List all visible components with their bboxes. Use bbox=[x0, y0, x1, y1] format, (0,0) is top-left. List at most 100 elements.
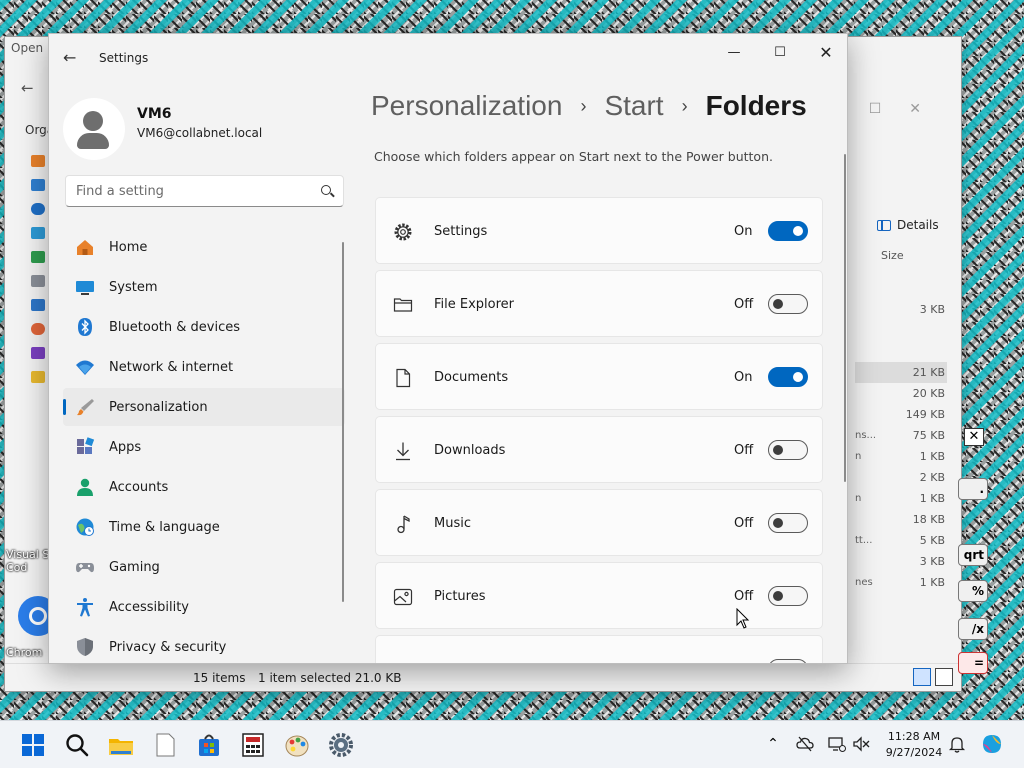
calculator-icon[interactable] bbox=[239, 731, 267, 759]
sidebar-item-apps[interactable]: Apps bbox=[63, 428, 345, 466]
sidebar-item-accessibility[interactable]: Accessibility bbox=[63, 588, 345, 626]
breadcrumb: Personalization › Start › Folders bbox=[371, 90, 807, 122]
pictures-icon[interactable] bbox=[31, 299, 45, 311]
page-description: Choose which folders appear on Start nex… bbox=[374, 149, 773, 164]
sidebar-item-system[interactable]: System bbox=[63, 268, 345, 306]
notification-bell-icon[interactable] bbox=[948, 735, 966, 753]
calc-key[interactable]: qrt bbox=[958, 544, 988, 566]
explorer-open-label: Open bbox=[11, 41, 44, 55]
file-row[interactable]: n 1 KB bbox=[855, 488, 947, 509]
sidebar-item-label: Privacy & security bbox=[109, 639, 227, 655]
explorer-back-icon[interactable]: ← bbox=[21, 79, 34, 97]
toggle-knob bbox=[773, 445, 783, 455]
notepad-icon[interactable] bbox=[151, 731, 179, 759]
search-icon[interactable] bbox=[63, 731, 91, 759]
home-icon[interactable] bbox=[31, 155, 45, 167]
start-icon[interactable] bbox=[19, 731, 47, 759]
desktop-icon-vscode[interactable]: Visual S Cod bbox=[2, 528, 50, 578]
details-view-button[interactable] bbox=[913, 668, 931, 686]
desktop-icon-label: Chrom bbox=[6, 646, 43, 659]
sidebar-item-privacy-security[interactable]: Privacy & security bbox=[63, 628, 345, 663]
content-scrollbar[interactable] bbox=[844, 154, 846, 482]
file-row[interactable]: 3 KB bbox=[855, 551, 947, 572]
user-profile[interactable]: VM6 VM6@collabnet.local bbox=[63, 96, 353, 166]
sidebar-item-personalization[interactable]: Personalization bbox=[63, 388, 345, 426]
minimize-button[interactable]: — bbox=[711, 39, 757, 69]
file-row[interactable]: ns... 75 KB bbox=[855, 425, 947, 446]
music-icon[interactable] bbox=[31, 323, 45, 335]
file-explorer-icon[interactable] bbox=[107, 731, 135, 759]
calc-key[interactable]: . bbox=[958, 478, 988, 500]
calculator-close-button[interactable]: ✕ bbox=[964, 428, 984, 446]
settings-nav: Home System Bluetooth & devices Network & i… bbox=[63, 228, 345, 663]
sidebar-item-gaming[interactable]: Gaming bbox=[63, 548, 345, 586]
file-row[interactable]: tt... 5 KB bbox=[855, 530, 947, 551]
close-button[interactable]: ✕ bbox=[803, 39, 847, 69]
file-row[interactable] bbox=[855, 341, 947, 362]
gallery-icon[interactable] bbox=[31, 179, 45, 191]
copilot-icon[interactable] bbox=[980, 732, 1004, 756]
user-email: VM6@collabnet.local bbox=[137, 126, 263, 140]
toggle-switch[interactable] bbox=[768, 513, 808, 533]
tiles-view-button[interactable] bbox=[935, 668, 953, 686]
network-icon[interactable] bbox=[828, 735, 846, 753]
system-icon bbox=[75, 277, 95, 297]
cloud-offline-icon[interactable] bbox=[796, 735, 814, 753]
file-row[interactable]: n 1 KB bbox=[855, 446, 947, 467]
downloads-icon[interactable] bbox=[31, 251, 45, 263]
sidebar-item-home[interactable]: Home bbox=[63, 228, 345, 266]
sidebar-item-label: Bluetooth & devices bbox=[109, 319, 240, 335]
file-size: 18 KB bbox=[912, 513, 945, 526]
sidebar-item-time-language[interactable]: Time & language bbox=[63, 508, 345, 546]
breadcrumb-personalization[interactable]: Personalization bbox=[371, 90, 562, 122]
toggle-switch[interactable] bbox=[768, 440, 808, 460]
folder-label: Music bbox=[434, 516, 471, 531]
back-arrow-icon[interactable]: ← bbox=[63, 48, 76, 67]
explorer-window-controls[interactable]: ☐✕ bbox=[869, 101, 949, 117]
breadcrumb-separator: › bbox=[580, 95, 587, 116]
calc-key[interactable]: % bbox=[958, 580, 988, 602]
search-input[interactable] bbox=[76, 176, 316, 206]
folder-icon[interactable] bbox=[31, 371, 45, 383]
toggle-switch[interactable] bbox=[768, 586, 808, 606]
toggle-switch[interactable] bbox=[768, 221, 808, 241]
cloud-icon[interactable] bbox=[31, 203, 45, 215]
size-column-header[interactable]: Size bbox=[881, 249, 904, 262]
desktop-icon-chrome[interactable]: Chrom bbox=[2, 592, 58, 662]
maximize-button[interactable]: ☐ bbox=[757, 39, 803, 69]
document-icon bbox=[393, 368, 413, 388]
details-button[interactable]: Details bbox=[849, 207, 961, 243]
window-title: Settings bbox=[99, 51, 149, 65]
file-row[interactable]: nes 1 KB bbox=[855, 572, 947, 593]
desktop-icon[interactable] bbox=[31, 227, 45, 239]
file-row[interactable]: 18 KB bbox=[855, 509, 947, 530]
sidebar-item-accounts[interactable]: Accounts bbox=[63, 468, 345, 506]
toggle-state-label: On bbox=[734, 224, 753, 239]
store-icon[interactable] bbox=[195, 731, 223, 759]
settings-icon[interactable] bbox=[327, 731, 355, 759]
file-row[interactable]: 3 KB bbox=[855, 299, 947, 320]
system-clock[interactable]: 11:28 AM 9/27/2024 bbox=[880, 729, 948, 761]
file-row[interactable]: 20 KB bbox=[855, 383, 947, 404]
sidebar-item-network-internet[interactable]: Network & internet bbox=[63, 348, 345, 386]
toggle-switch[interactable] bbox=[768, 294, 808, 314]
breadcrumb-start[interactable]: Start bbox=[604, 90, 663, 122]
videos-icon[interactable] bbox=[31, 347, 45, 359]
file-row[interactable]: 149 KB bbox=[855, 404, 947, 425]
documents-icon[interactable] bbox=[31, 275, 45, 287]
search-icon[interactable] bbox=[321, 185, 331, 195]
file-size: 149 KB bbox=[905, 408, 945, 421]
calc-key[interactable]: = bbox=[958, 652, 988, 674]
calc-key[interactable]: /x bbox=[958, 618, 988, 640]
toggle-switch[interactable] bbox=[768, 659, 808, 663]
nav-scrollbar[interactable] bbox=[342, 242, 344, 602]
volume-muted-icon[interactable] bbox=[852, 735, 870, 753]
sidebar-item-bluetooth-devices[interactable]: Bluetooth & devices bbox=[63, 308, 345, 346]
file-row[interactable] bbox=[855, 320, 947, 341]
chevron-up-icon[interactable]: ⌃ bbox=[764, 735, 782, 753]
file-row[interactable]: 21 KB bbox=[855, 362, 947, 383]
paint-icon[interactable] bbox=[283, 731, 311, 759]
file-row[interactable]: 2 KB bbox=[855, 467, 947, 488]
folder-list: Settings On File Explorer Off Documents On Dow… bbox=[375, 197, 823, 663]
toggle-switch[interactable] bbox=[768, 367, 808, 387]
